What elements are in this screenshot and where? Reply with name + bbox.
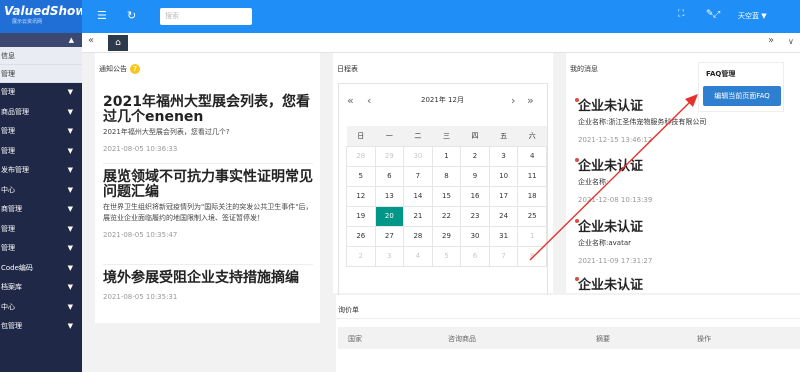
annotation-arrow: [529, 94, 698, 261]
arrow-line: [529, 99, 693, 261]
